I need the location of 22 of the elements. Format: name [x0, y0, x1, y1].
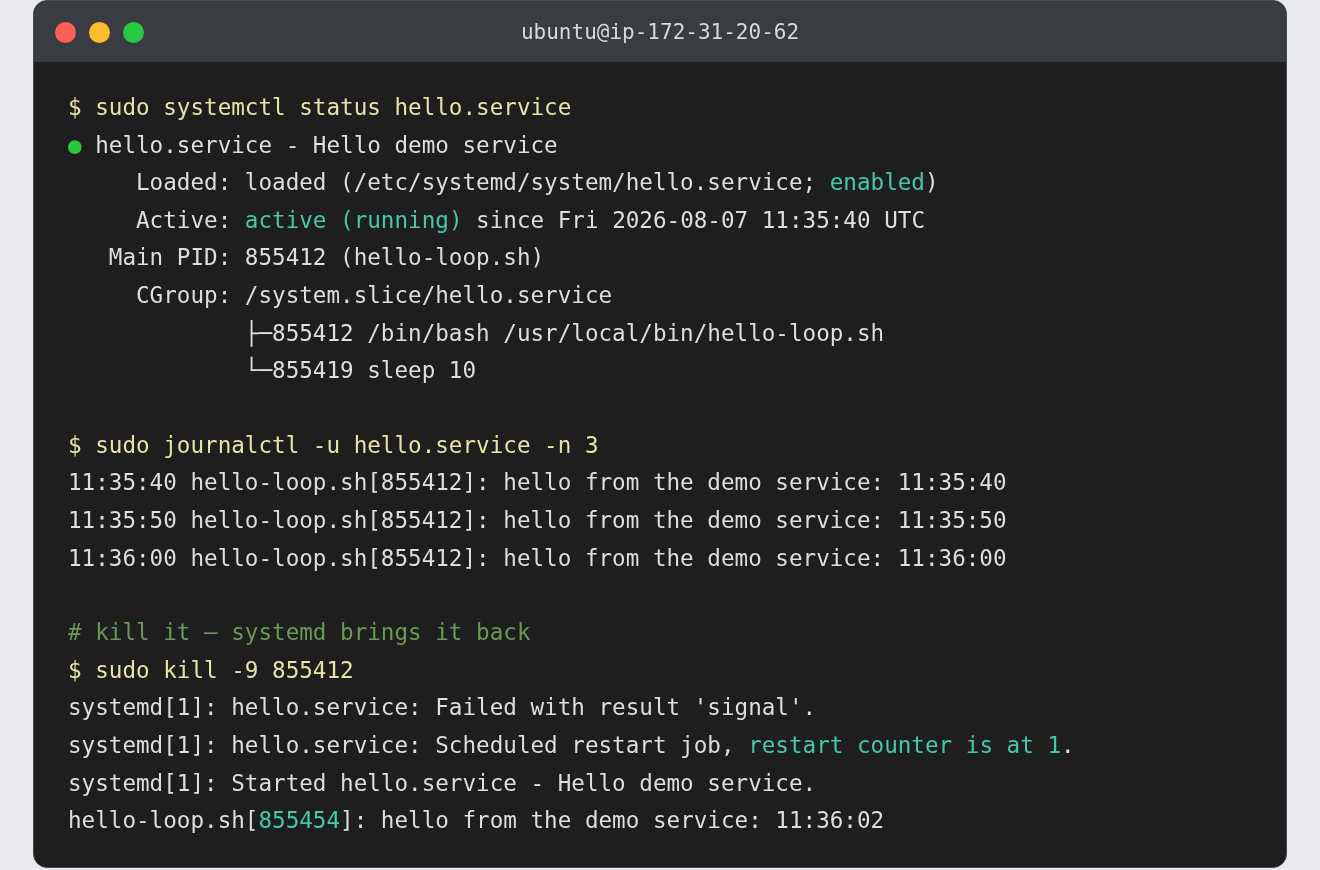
- output-line: 11:36:00 hello-loop.sh[855412]: hello from the demo service: 11:36:00: [68, 543, 1007, 573]
- output-line: systemd[1]: hello.service: Failed with result 'signal'.: [68, 693, 817, 723]
- window-control-button[interactable]: [123, 22, 144, 43]
- output-line: ● hello.service - Hello demo service: [68, 130, 558, 160]
- window-title: ubuntu@ip-172-31-20-62: [520, 19, 800, 44]
- output-line: systemd[1]: Started hello.service - Hello demo service.: [68, 768, 817, 798]
- output-line: Loaded: loaded (/etc/systemd/system/hello.service; enabled): [135, 168, 939, 198]
- output-line: CGroup: /system.slice/hello.service: [135, 280, 613, 310]
- command-line: $ sudo kill -9 855412: [68, 655, 354, 685]
- output-line: 11:35:40 hello-loop.sh[855412]: hello from the demo service: 11:35:40: [68, 468, 1007, 498]
- output-line: 11:35:50 hello-loop.sh[855412]: hello from the demo service: 11:35:50: [68, 505, 1007, 535]
- output-line: └─855419 sleep 10: [243, 355, 477, 386]
- command-line: $ sudo systemctl status hello.service: [68, 93, 572, 122]
- window-control-button[interactable]: [89, 22, 110, 43]
- output-line: Main PID: 855412 (hello-loop.sh): [107, 243, 545, 273]
- comment-line: # kill it — systemd brings it back: [68, 618, 531, 648]
- output-line: systemd[1]: hello.service: Scheduled restart job, restart counter is at 1.: [68, 730, 1075, 760]
- output-line: hello-loop.sh[855454]: hello from the demo service: 11:36:02: [68, 806, 885, 836]
- command-line: $ sudo journalctl -u hello.service -n 3: [68, 430, 599, 460]
- window-control-button[interactable]: [55, 22, 76, 43]
- output-line: ├─855412 /bin/bash /usr/local/bin/hello-loop.sh: [243, 318, 885, 349]
- output-line: Active: active (running) since Fri 2026-08-07 11:35:40 UTC: [135, 205, 925, 235]
